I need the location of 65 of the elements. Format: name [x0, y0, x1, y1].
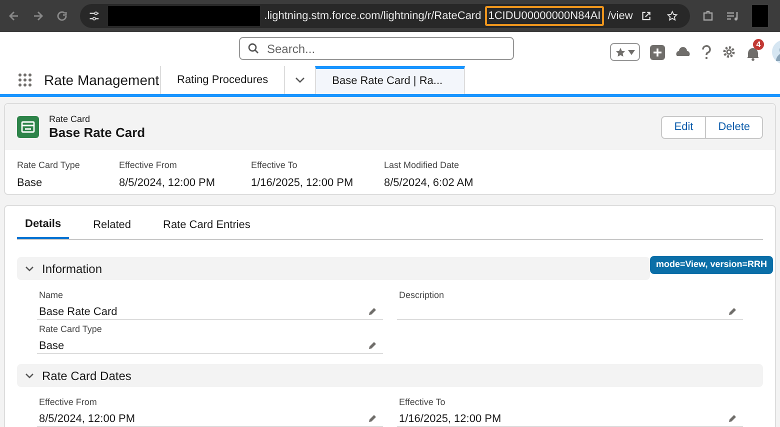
media-icon[interactable] [726, 10, 740, 22]
chevron-down-icon[interactable] [295, 77, 306, 83]
field-value: 1/16/2025, 12:00 PM [399, 412, 502, 426]
favorites-button[interactable] [610, 43, 640, 61]
field-label: Rate Card Type [38, 323, 103, 336]
highlighted-record-id: 1CIDU00000000N84AI [485, 6, 604, 26]
pencil-icon[interactable] [728, 414, 737, 424]
highlight-label: Effective To [251, 159, 298, 172]
redaction-block [752, 5, 768, 27]
pencil-icon[interactable] [368, 414, 377, 424]
field-label: Effective To [398, 396, 446, 409]
action-button[interactable]: Edit [661, 116, 706, 138]
rate-card-icon [17, 116, 39, 138]
chevron-down-icon [25, 266, 34, 272]
field-value: Base Rate Card [39, 304, 118, 320]
back-icon[interactable] [8, 10, 20, 22]
nav-tab[interactable]: Base Rate Card | Ra... [315, 66, 466, 94]
action-button[interactable]: Delete [706, 116, 763, 138]
debug-badge: mode=View, version=RRH [650, 256, 773, 274]
highlight-label: Rate Card Type [17, 159, 81, 172]
section-header[interactable]: Rate Card Dates [17, 364, 763, 387]
field-value: Base [39, 338, 64, 354]
highlight-value: 8/5/2024, 12:00 PM [119, 176, 216, 190]
chevron-down-icon [25, 372, 34, 378]
app-launcher-icon[interactable] [18, 73, 32, 87]
search-icon [248, 43, 259, 54]
highlight-label: Last Modified Date [384, 159, 460, 172]
url-text: /view [608, 8, 633, 24]
app-name: Rate Management [44, 70, 160, 90]
forward-icon[interactable] [32, 10, 44, 22]
highlight-value: 8/5/2024, 6:02 AM [384, 176, 474, 190]
field-label: Name [38, 289, 64, 302]
star-icon [615, 46, 626, 58]
highlight-value: 1/16/2025, 12:00 PM [251, 176, 354, 190]
search-field[interactable]: Search... [239, 37, 514, 60]
detail-tab[interactable]: Details [17, 211, 70, 239]
pencil-icon[interactable] [728, 306, 737, 316]
field-label: Effective From [38, 396, 98, 409]
pencil-icon[interactable] [368, 341, 377, 350]
field-label: Description [398, 289, 446, 302]
detail-tab[interactable]: Rate Card Entries [155, 211, 258, 239]
record-title: Base Rate Card [49, 124, 146, 140]
bell-icon[interactable] [746, 46, 760, 61]
address-bar[interactable]: .lightning.stm.force.com/lightning/r/RateCard 1CIDU00000000N84AI /view [80, 4, 690, 28]
pencil-icon[interactable] [368, 307, 377, 316]
nav-tab[interactable]: Rating Procedures [160, 66, 284, 94]
add-icon[interactable] [650, 44, 665, 60]
open-external-icon[interactable] [640, 10, 652, 22]
url-text: .lightning.stm.force.com/lightning/r/RateCard [264, 8, 482, 24]
notification-count: 4 [753, 39, 764, 50]
cloud-icon[interactable] [675, 45, 691, 59]
settings-icon[interactable] [722, 45, 736, 59]
site-settings-icon[interactable] [88, 9, 100, 23]
highlight-value: Base [17, 176, 44, 190]
object-type-label: Rate Card [49, 114, 92, 124]
help-icon[interactable] [701, 44, 712, 60]
caret-icon [628, 50, 635, 54]
star-icon[interactable] [667, 10, 678, 22]
highlight-label: Effective From [119, 159, 178, 172]
search-input[interactable]: Search... [267, 40, 487, 58]
detail-tab[interactable]: Related [85, 211, 139, 239]
extensions-icon[interactable] [702, 10, 714, 22]
reload-icon[interactable] [56, 10, 68, 22]
section-header[interactable]: Information [17, 257, 650, 280]
field-value: 8/5/2024, 12:00 PM [39, 412, 136, 426]
